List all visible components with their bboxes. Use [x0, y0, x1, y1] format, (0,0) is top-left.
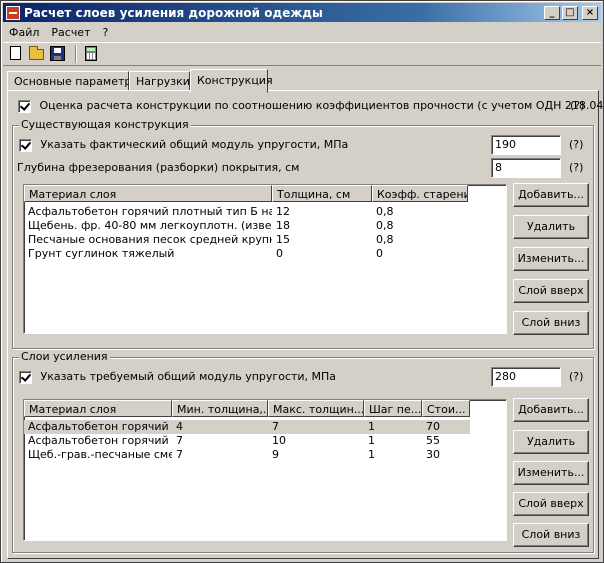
- milling-depth-help[interactable]: (?): [569, 161, 583, 174]
- toolbar: [3, 42, 601, 66]
- column-min-thickness[interactable]: Мин. толщина,...: [172, 400, 268, 417]
- existing-delete-button[interactable]: Удалить: [513, 215, 589, 239]
- column-cost[interactable]: Стои...: [422, 400, 470, 417]
- cell-thickness: 15: [276, 233, 290, 246]
- reinforcement-layer-up-button[interactable]: Слой вверх: [513, 492, 589, 516]
- existing-layer-up-button[interactable]: Слой вверх: [513, 279, 589, 303]
- reinforcement-add-button[interactable]: Добавить...: [513, 398, 589, 422]
- cell-thickness: 0: [276, 247, 283, 260]
- cell-step: 1: [368, 420, 375, 433]
- reinforcement-modulus-label: Указать требуемый общий модуль упругости…: [40, 370, 337, 383]
- reinforcement-modulus-input[interactable]: 280: [491, 367, 561, 387]
- column-step[interactable]: Шаг пе...: [364, 400, 422, 417]
- column-material[interactable]: Материал слоя: [24, 185, 272, 202]
- close-button[interactable]: ×: [582, 5, 598, 20]
- reinforcement-layers-group: Слои усиления Указать требуемый общий мо…: [12, 350, 594, 553]
- tab-loads[interactable]: Нагрузки: [129, 71, 190, 91]
- window-title: Расчет слоев усиления дорожной одежды: [24, 5, 323, 20]
- table-row[interactable]: Асфальтобетон горячий ... 4 7 1 70: [24, 420, 470, 434]
- menu-calculation[interactable]: Расчет: [45, 26, 96, 39]
- existing-modulus-help[interactable]: (?): [569, 138, 583, 151]
- reinforcement-modulus-checkbox[interactable]: [19, 370, 32, 384]
- cell-material: Щеб.-грав.-песчаные сме...: [28, 448, 172, 461]
- save-icon[interactable]: [49, 45, 67, 63]
- cell-thickness: 12: [276, 205, 290, 218]
- cell-step: 1: [368, 448, 375, 461]
- column-aging-coefficient[interactable]: Коэфф. старения: [372, 185, 468, 202]
- cell-min-thickness: 4: [176, 420, 183, 433]
- assessment-help[interactable]: (?): [570, 99, 584, 112]
- existing-add-button[interactable]: Добавить...: [513, 183, 589, 207]
- cell-max-thickness: 7: [272, 420, 279, 433]
- cell-aging: 0,8: [376, 205, 394, 218]
- cell-cost: 70: [426, 420, 440, 433]
- menu-help[interactable]: ?: [97, 26, 115, 39]
- existing-modulus-label: Указать фактический общий модуль упругос…: [40, 138, 349, 151]
- existing-group-label: Существующая конструкция: [19, 118, 191, 131]
- existing-layers-list[interactable]: Материал слоя Толщина, см Коэфф. старени…: [23, 184, 507, 334]
- column-max-thickness[interactable]: Макс. толщин...: [268, 400, 364, 417]
- reinforcement-layers-list[interactable]: Материал слоя Мин. толщина,... Макс. тол…: [23, 399, 507, 541]
- cell-thickness: 18: [276, 219, 290, 232]
- new-icon[interactable]: [7, 45, 25, 63]
- reinforcement-modulus-help[interactable]: (?): [569, 370, 583, 383]
- table-row[interactable]: Щеб.-грав.-песчаные сме... 7 9 1 30: [24, 448, 506, 462]
- reinforcement-modulus-row: Указать требуемый общий модуль упругости…: [19, 370, 336, 384]
- cell-cost: 55: [426, 434, 440, 447]
- reinforcement-edit-button[interactable]: Изменить...: [513, 461, 589, 485]
- app-window: Расчет слоев усиления дорожной одежды _ …: [0, 0, 604, 563]
- assessment-row: Оценка расчета конструкции по соотношени…: [18, 99, 604, 113]
- cell-material: Асфальтобетон горячий ...: [28, 434, 172, 447]
- milling-depth-input[interactable]: 8: [491, 158, 561, 178]
- maximize-button[interactable]: □: [562, 5, 578, 20]
- cell-material: Асфальтобетон горячий ...: [28, 420, 172, 433]
- tab-main-parameters[interactable]: Основные параметры: [7, 71, 140, 91]
- cell-step: 1: [368, 434, 375, 447]
- existing-layer-down-button[interactable]: Слой вниз: [513, 311, 589, 335]
- milling-depth-label: Глубина фрезерования (разборки) покрытия…: [17, 161, 300, 174]
- toolbar-separator: [75, 45, 77, 63]
- reinforcement-layers-header: Материал слоя Мин. толщина,... Макс. тол…: [24, 400, 506, 417]
- existing-modulus-checkbox[interactable]: [19, 138, 32, 152]
- table-row[interactable]: Асфальтобетон горячий ... 7 10 1 55: [24, 434, 506, 448]
- table-row[interactable]: Асфальтобетон горячий плотный тип Б на в…: [24, 205, 506, 219]
- assessment-checkbox[interactable]: [18, 99, 31, 113]
- cell-cost: 30: [426, 448, 440, 461]
- menu-file[interactable]: Файл: [3, 26, 45, 39]
- reinforcement-delete-button[interactable]: Удалить: [513, 430, 589, 454]
- existing-construction-group: Существующая конструкция Указать фактиче…: [12, 118, 594, 349]
- column-thickness[interactable]: Толщина, см: [272, 185, 372, 202]
- cell-material: Песчаные основания песок средней крупнос…: [28, 233, 272, 246]
- assessment-label: Оценка расчета конструкции по соотношени…: [39, 99, 604, 112]
- column-material[interactable]: Материал слоя: [24, 400, 172, 417]
- cell-max-thickness: 10: [272, 434, 286, 447]
- cell-min-thickness: 7: [176, 434, 183, 447]
- calculator-icon[interactable]: [82, 45, 100, 63]
- title-bar[interactable]: Расчет слоев усиления дорожной одежды _ …: [3, 3, 601, 22]
- cell-max-thickness: 9: [272, 448, 279, 461]
- existing-edit-button[interactable]: Изменить...: [513, 247, 589, 271]
- reinforcement-layer-down-button[interactable]: Слой вниз: [513, 523, 589, 547]
- reinforcement-group-label: Слои усиления: [19, 350, 110, 363]
- existing-modulus-row: Указать фактический общий модуль упругос…: [19, 138, 348, 152]
- table-row[interactable]: Песчаные основания песок средней крупнос…: [24, 233, 506, 247]
- cell-aging: 0,8: [376, 233, 394, 246]
- cell-min-thickness: 7: [176, 448, 183, 461]
- cell-material: Асфальтобетон горячий плотный тип Б на в…: [28, 205, 272, 218]
- app-icon[interactable]: [6, 5, 20, 20]
- menu-bar: Файл Расчет ?: [3, 23, 601, 41]
- existing-layers-header: Материал слоя Толщина, см Коэфф. старени…: [24, 185, 506, 202]
- minimize-button[interactable]: _: [544, 5, 560, 20]
- cell-aging: 0: [376, 247, 383, 260]
- table-row[interactable]: Щебень. фр. 40-80 мм легкоуплотн. (извес…: [24, 219, 506, 233]
- tab-construction[interactable]: Конструкция: [190, 69, 273, 93]
- cell-aging: 0,8: [376, 219, 394, 232]
- existing-modulus-input[interactable]: 190: [491, 135, 561, 155]
- open-icon[interactable]: [28, 45, 46, 63]
- table-row[interactable]: Грунт суглинок тяжелый 0 0: [24, 247, 506, 261]
- construction-panel: Оценка расчета конструкции по соотношени…: [7, 90, 604, 559]
- cell-material: Грунт суглинок тяжелый: [28, 247, 175, 260]
- cell-material: Щебень. фр. 40-80 мм легкоуплотн. (извес…: [28, 219, 272, 232]
